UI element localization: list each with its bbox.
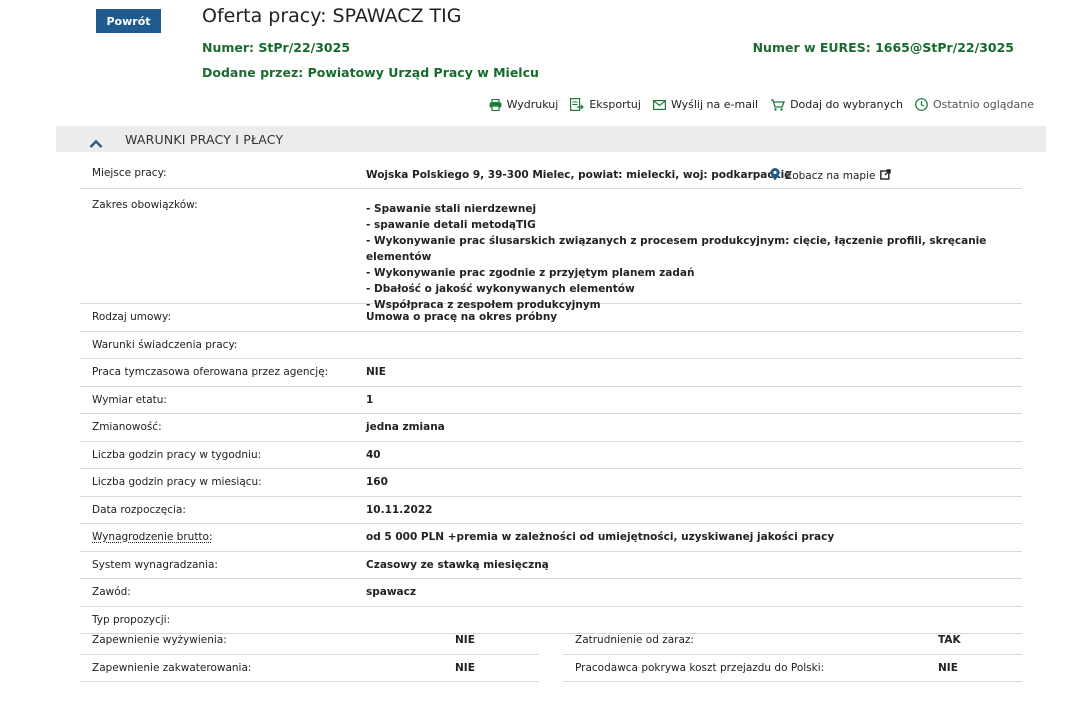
- row-value: NIE: [938, 661, 958, 674]
- row-label: Liczba godzin pracy w miesiącu:: [92, 476, 262, 489]
- row-value: Umowa o pracę na okres próbny: [366, 311, 558, 324]
- row-label: Zapewnienie wyżywienia:: [92, 634, 227, 647]
- extras-right-column: Zatrudnienie od zaraz: TAK Pracodawca po…: [563, 627, 1022, 682]
- row-label: Data rozpoczęcia:: [92, 503, 186, 516]
- row-value: 40: [366, 448, 381, 461]
- table-row: Zakres obowiązków: - Spawanie stali nier…: [80, 189, 1022, 311]
- duty-item: - Dbałość o jakość wykonywanych elementó…: [366, 282, 635, 295]
- print-action[interactable]: Wydrukuj: [489, 98, 559, 111]
- row-label: Wynagrodzenie brutto:: [80, 531, 366, 543]
- chevron-up-icon[interactable]: [89, 134, 103, 148]
- map-pin-icon: [770, 168, 780, 184]
- table-row: Wymiar etatu: 1: [80, 387, 1022, 414]
- row-label: Zatrudnienie od zaraz:: [575, 634, 694, 647]
- table-row: Warunki świadczenia pracy:: [80, 332, 1022, 359]
- print-label: Wydrukuj: [506, 98, 559, 111]
- recent-label: Ostatnio oglądane: [933, 98, 1034, 111]
- back-button[interactable]: Powrót: [96, 9, 161, 33]
- table-row: Rodzaj umowy: Umowa o pracę na okres pró…: [80, 304, 1022, 332]
- table-row: Data rozpoczęcia: 10.11.2022: [80, 497, 1022, 524]
- table-row: Zapewnienie wyżywienia: NIE: [80, 627, 539, 655]
- section-title: WARUNKI PRACY I PŁACY: [125, 131, 284, 147]
- favorites-label: Dodaj do wybranych: [790, 98, 904, 111]
- offer-extras: Zapewnienie wyżywienia: NIE Zapewnienie …: [80, 627, 1022, 682]
- duty-item: - Spawanie stali nierdzewnej: [366, 203, 537, 215]
- map-link-label: Zobacz na mapie: [785, 170, 876, 182]
- email-action[interactable]: Wyślij na e-mail: [652, 98, 759, 111]
- export-label: Eksportuj: [589, 98, 641, 111]
- row-value: Czasowy ze stawką miesięczną: [366, 558, 549, 571]
- table-row: Zmianowość: jedna zmiana: [80, 414, 1022, 442]
- row-value: NIE: [455, 661, 475, 674]
- row-label: Typ propozycji:: [92, 613, 171, 626]
- row-label: Zapewnienie zakwaterowania:: [92, 661, 252, 674]
- row-value: 1: [366, 393, 374, 406]
- added-by: Dodane przez: Powiatowy Urząd Pracy w Mi…: [202, 65, 539, 80]
- row-value: Wojska Polskiego 9, 39-300 Mielec, powia…: [366, 169, 792, 181]
- duty-item: - spawanie detali metodąTIG: [366, 218, 536, 231]
- row-label: Zmianowość:: [92, 421, 162, 434]
- row-value: TAK: [938, 634, 961, 647]
- row-label: Rodzaj umowy:: [92, 311, 171, 324]
- table-row: Praca tymczasowa oferowana przez agencję…: [80, 359, 1022, 387]
- row-label: System wynagradzania:: [92, 558, 218, 571]
- map-link[interactable]: Zobacz na mapie: [770, 168, 892, 184]
- table-row: System wynagradzania: Czasowy ze stawką …: [80, 552, 1022, 579]
- row-value: od 5 000 PLN +premia w zależności od umi…: [366, 531, 835, 544]
- details-table: Miejsce pracy: Wojska Polskiego 9, 39-30…: [80, 160, 1022, 634]
- row-label: Zawód:: [92, 586, 131, 599]
- table-row: Pracodawca pokrywa koszt przejazdu do Po…: [563, 655, 1022, 682]
- add-favorites-action[interactable]: Dodaj do wybranych: [770, 98, 903, 111]
- table-row: Zawód: spawacz: [80, 579, 1022, 607]
- action-toolbar: Wydrukuj Eksportuj Wyślij na e-mail Doda…: [489, 98, 1034, 111]
- row-label: Praca tymczasowa oferowana przez agencję…: [92, 366, 329, 379]
- eures-number-value: 1665@StPr/22/3025: [875, 40, 1014, 55]
- table-row: Zapewnienie zakwaterowania: NIE: [80, 655, 539, 682]
- row-value: 10.11.2022: [366, 503, 433, 516]
- external-link-icon: [880, 169, 892, 183]
- duty-item: - Wykonywanie prac ślusarskich związanyc…: [366, 234, 987, 264]
- duty-item: - Wykonywanie prac zgodnie z przyjętym p…: [366, 267, 695, 280]
- clock-icon: [915, 98, 928, 111]
- extras-left-column: Zapewnienie wyżywienia: NIE Zapewnienie …: [80, 627, 539, 682]
- row-label: Miejsce pracy:: [92, 167, 167, 179]
- recently-viewed-action[interactable]: Ostatnio oglądane: [915, 98, 1034, 111]
- offer-number-label: Numer:: [202, 40, 255, 55]
- eures-number: Numer w EURES: 1665@StPr/22/3025: [753, 40, 1014, 55]
- printer-icon: [489, 98, 502, 111]
- offer-number-value: StPr/22/3025: [258, 40, 351, 55]
- row-label: Zakres obowiązków:: [92, 199, 198, 211]
- export-icon: [570, 98, 585, 111]
- row-value: spawacz: [366, 586, 416, 599]
- row-value: NIE: [455, 634, 475, 647]
- page-title: Oferta pracy: SPAWACZ TIG: [202, 5, 462, 27]
- table-row: Liczba godzin pracy w tygodniu: 40: [80, 442, 1022, 469]
- salary-label[interactable]: Wynagrodzenie brutto:: [92, 531, 213, 543]
- envelope-icon: [652, 99, 666, 110]
- export-action[interactable]: Eksportuj: [570, 98, 641, 111]
- row-label: Wymiar etatu:: [92, 393, 167, 406]
- email-label: Wyślij na e-mail: [670, 98, 759, 111]
- table-row: Zatrudnienie od zaraz: TAK: [563, 627, 1022, 655]
- table-row: Miejsce pracy: Wojska Polskiego 9, 39-30…: [80, 160, 1022, 189]
- row-label: Pracodawca pokrywa koszt przejazdu do Po…: [575, 661, 825, 674]
- row-label: Liczba godzin pracy w tygodniu:: [92, 448, 262, 461]
- eures-number-label: Numer w EURES:: [752, 40, 871, 55]
- added-by-label: Dodane przez:: [202, 65, 304, 80]
- section-header-work-conditions[interactable]: WARUNKI PRACY I PŁACY: [56, 126, 1046, 152]
- table-row: Liczba godzin pracy w miesiącu: 160: [80, 469, 1022, 497]
- cart-icon: [770, 98, 786, 111]
- table-row: Wynagrodzenie brutto: od 5 000 PLN +prem…: [80, 524, 1022, 552]
- row-label: Warunki świadczenia pracy:: [92, 338, 238, 351]
- added-by-value: Powiatowy Urząd Pracy w Mielcu: [307, 65, 539, 80]
- row-value: NIE: [366, 366, 386, 379]
- offer-number: Numer: StPr/22/3025: [202, 40, 350, 55]
- duties-list: - Spawanie stali nierdzewnej - spawanie …: [366, 199, 1022, 314]
- row-value: 160: [366, 476, 388, 489]
- row-value: jedna zmiana: [366, 421, 445, 434]
